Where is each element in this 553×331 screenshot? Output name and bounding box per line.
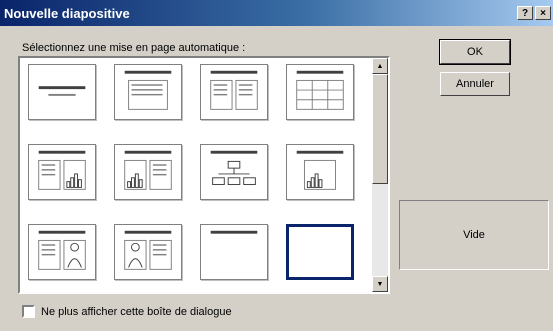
layout-table[interactable] bbox=[286, 64, 354, 120]
layout-title[interactable] bbox=[28, 64, 96, 120]
layout-table-icon bbox=[296, 70, 344, 110]
layout-text-and-chart-icon bbox=[38, 150, 86, 190]
layout-prompt: Sélectionnez une mise en page automatiqu… bbox=[22, 42, 246, 54]
layout-text-and-clip-art-icon bbox=[38, 230, 86, 270]
dont-show-again-checkbox[interactable] bbox=[22, 305, 35, 318]
layout-gallery: ▲ ▼ bbox=[18, 56, 390, 294]
layout-org-chart-icon bbox=[210, 150, 258, 186]
layout-bullet-list[interactable] bbox=[114, 64, 182, 120]
close-button[interactable]: × bbox=[535, 6, 551, 20]
layout-chart-icon bbox=[296, 150, 344, 190]
layout-title-only[interactable] bbox=[200, 224, 268, 280]
window-title: Nouvelle diapositive bbox=[4, 5, 130, 21]
layout-org-chart[interactable] bbox=[200, 144, 268, 200]
layout-text-and-clip-art[interactable] bbox=[28, 224, 96, 280]
scrollbar[interactable]: ▲ ▼ bbox=[372, 58, 388, 292]
layout-chart[interactable] bbox=[286, 144, 354, 200]
layout-title-only-icon bbox=[210, 230, 258, 234]
layout-clip-art-and-text[interactable] bbox=[114, 224, 182, 280]
dont-show-again-label: Ne plus afficher cette boîte de dialogue bbox=[41, 305, 232, 318]
arrow-down-icon[interactable]: ▼ bbox=[372, 276, 388, 292]
layout-title-icon bbox=[38, 86, 86, 96]
layout-clip-art-and-text-icon bbox=[124, 230, 172, 270]
layout-blank[interactable] bbox=[286, 224, 354, 280]
scrollbar-thumb[interactable] bbox=[372, 74, 388, 184]
layout-two-column-text-icon bbox=[210, 70, 258, 110]
cancel-button[interactable]: Annuler bbox=[440, 72, 510, 96]
layout-chart-and-text[interactable] bbox=[114, 144, 182, 200]
layout-grid bbox=[28, 64, 372, 292]
layout-bullet-list-icon bbox=[124, 70, 172, 110]
layout-text-and-chart[interactable] bbox=[28, 144, 96, 200]
title-bar: Nouvelle diapositive ? × bbox=[0, 0, 553, 26]
preview-label: Vide bbox=[463, 229, 485, 241]
ok-button[interactable]: OK bbox=[439, 39, 511, 65]
layout-blank-icon bbox=[289, 227, 351, 277]
dont-show-again-row[interactable]: Ne plus afficher cette boîte de dialogue bbox=[22, 305, 232, 318]
layout-chart-and-text-icon bbox=[124, 150, 172, 190]
arrow-up-icon[interactable]: ▲ bbox=[372, 58, 388, 74]
layout-two-column-text[interactable] bbox=[200, 64, 268, 120]
layout-preview: Vide bbox=[399, 200, 549, 270]
help-button[interactable]: ? bbox=[517, 6, 533, 20]
